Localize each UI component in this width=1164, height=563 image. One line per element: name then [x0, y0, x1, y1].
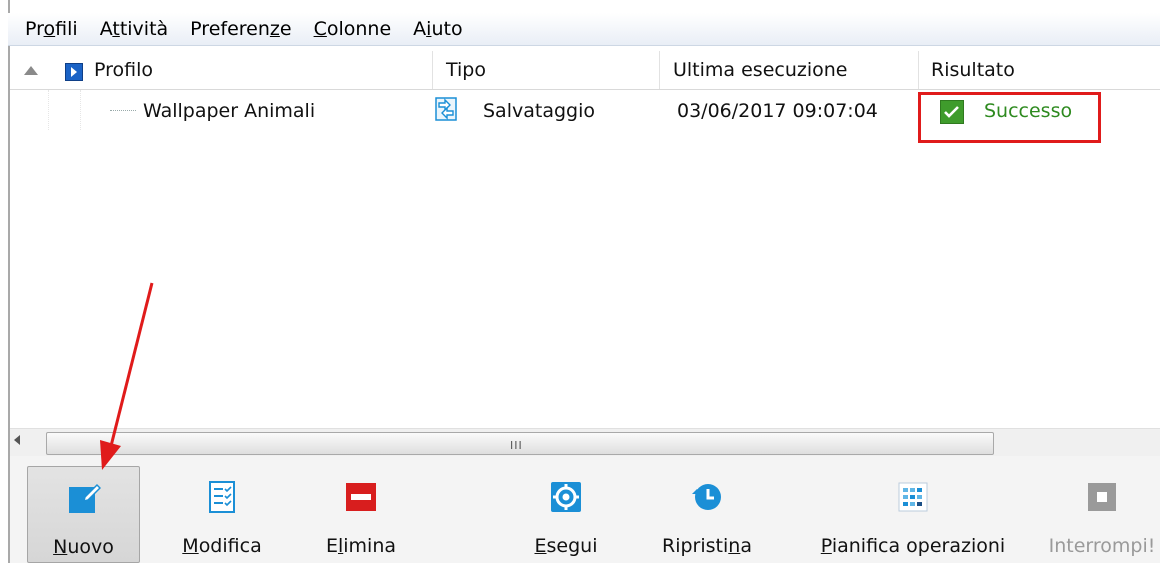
- restore-history-icon: [692, 484, 721, 510]
- scrollbar-thumb[interactable]: III: [46, 432, 994, 455]
- column-separator[interactable]: [432, 51, 433, 89]
- scrollbar-grip: III: [510, 439, 523, 452]
- menu-attivita[interactable]: Attività: [89, 13, 179, 45]
- schedule-button[interactable]: Pianifica operazioni: [800, 466, 1026, 561]
- restore-button-label: Ripristina: [662, 535, 752, 557]
- menu-profili[interactable]: Profili: [8, 13, 89, 45]
- new-button-label: Nuovo: [53, 536, 114, 558]
- profile-name-cell: Wallpaper Animali: [143, 100, 316, 122]
- schedule-grid-icon: [898, 482, 928, 512]
- new-profile-icon: [68, 483, 101, 513]
- run-button-label: Esegui: [534, 535, 598, 557]
- new-button[interactable]: Nuovo: [27, 466, 140, 563]
- expand-all-icon[interactable]: [65, 63, 83, 81]
- delete-icon: [346, 483, 376, 511]
- gear-icon: [551, 482, 581, 512]
- tree-connector: [110, 110, 136, 111]
- menu-aiuto[interactable]: Aiuto: [402, 13, 473, 45]
- edit-button-label: Modifica: [182, 535, 262, 557]
- column-separator[interactable]: [659, 51, 660, 89]
- stop-button-label: Interrompi!: [1048, 535, 1156, 557]
- horizontal-scrollbar[interactable]: III: [10, 428, 1160, 456]
- delete-button[interactable]: Elimina: [306, 466, 416, 561]
- menu-preferenze[interactable]: Preferenze: [179, 13, 302, 45]
- schedule-button-label: Pianifica operazioni: [820, 535, 1006, 557]
- edit-button[interactable]: Modifica: [162, 466, 282, 561]
- column-header-last-run[interactable]: Ultima esecuzione: [673, 47, 847, 89]
- menu-bar: Profili Attività Preferenze Colonne Aiut…: [8, 13, 1160, 46]
- type-cell: Salvataggio: [483, 100, 595, 122]
- last-run-cell: 03/06/2017 09:07:04: [677, 100, 878, 122]
- list-header: Profilo Tipo Ultima esecuzione Risultato: [10, 47, 1160, 90]
- toolbar: Nuovo Modifica Elimina Esegui Ripristina…: [10, 456, 1160, 563]
- backup-type-icon: [435, 97, 457, 121]
- scroll-left-arrow-icon[interactable]: [14, 435, 20, 445]
- menu-colonne[interactable]: Colonne: [303, 13, 403, 45]
- column-separator[interactable]: [918, 51, 919, 89]
- column-header-profile[interactable]: Profilo: [94, 47, 153, 89]
- edit-checklist-icon: [209, 481, 235, 513]
- restore-button[interactable]: Ripristina: [642, 466, 772, 561]
- stop-button: Interrompi!: [1040, 466, 1164, 561]
- stop-icon: [1088, 483, 1116, 511]
- annotation-highlight-box: [918, 92, 1101, 143]
- delete-button-label: Elimina: [325, 535, 397, 557]
- sort-ascending-icon[interactable]: [24, 66, 38, 75]
- column-header-type[interactable]: Tipo: [446, 47, 486, 89]
- run-button[interactable]: Esegui: [518, 466, 614, 561]
- column-header-result[interactable]: Risultato: [931, 47, 1015, 89]
